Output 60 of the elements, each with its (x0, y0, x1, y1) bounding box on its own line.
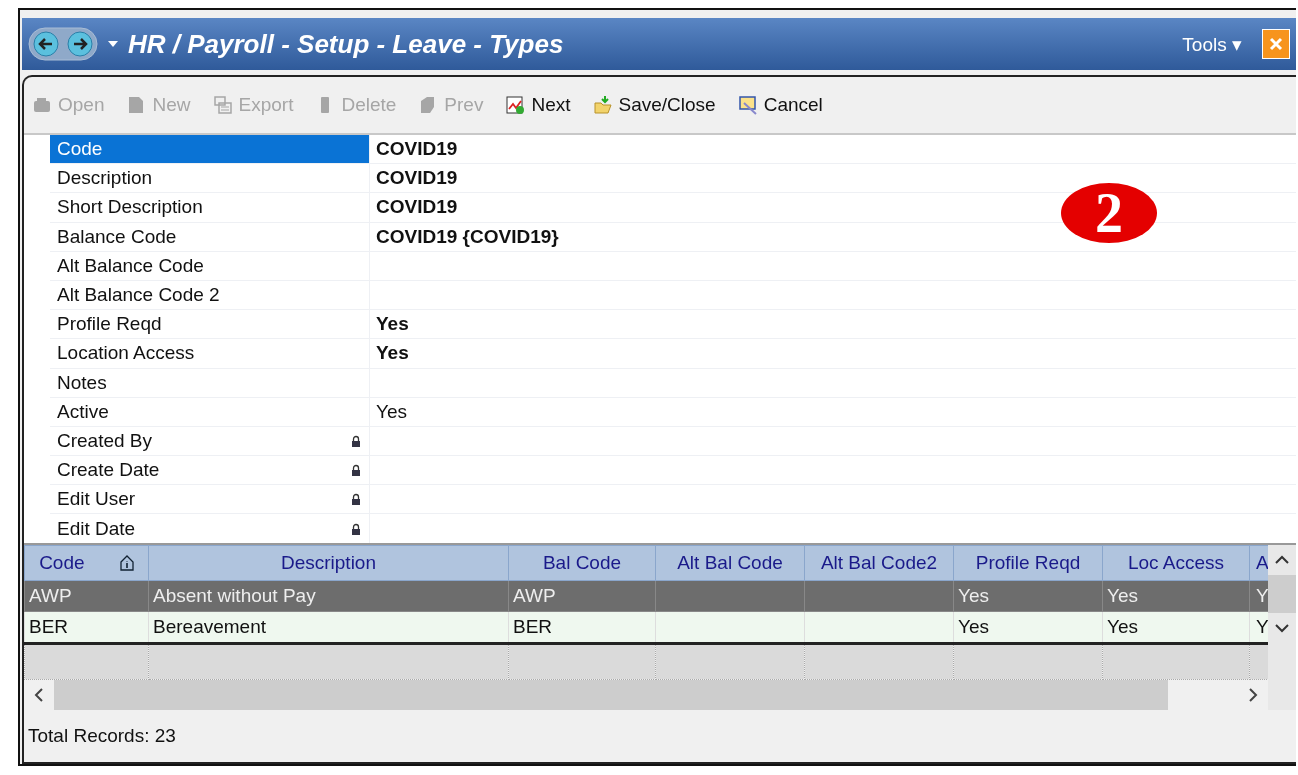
table-cell: AWP (508, 580, 656, 612)
table-cell: Bereavement (148, 611, 509, 644)
table-cell: Absent without Pay (148, 580, 509, 612)
property-label[interactable]: Alt Balance Code 2 (50, 280, 370, 310)
camera-icon (32, 95, 52, 115)
property-label[interactable]: Active (50, 397, 370, 426)
column-header[interactable]: Alt Bal Code2 (804, 545, 954, 581)
toolbar-button[interactable]: Save/Close (592, 94, 716, 116)
property-value[interactable]: Yes (376, 400, 407, 423)
column-header[interactable]: Code (24, 545, 149, 581)
property-value[interactable]: COVID19 {COVID19} (376, 225, 559, 248)
property-label[interactable]: Profile Reqd (50, 310, 370, 339)
toolbar-button[interactable]: Next (505, 94, 571, 116)
table-cell: Yes (1102, 611, 1250, 644)
property-label[interactable]: Alt Balance Code (50, 251, 370, 280)
property-label[interactable]: Short Description (50, 193, 370, 222)
property-label[interactable]: Balance Code (50, 222, 370, 251)
scroll-down-icon[interactable] (1275, 623, 1289, 633)
property-label[interactable]: Edit Date (50, 514, 370, 543)
property-value[interactable]: COVID19 (376, 196, 458, 219)
screen-icon (737, 95, 758, 115)
column-header[interactable]: Alt Bal Code (655, 545, 805, 581)
property-value[interactable]: Yes (376, 342, 409, 365)
tools-menu[interactable]: Tools ▾ (1182, 32, 1242, 56)
step-number-badge: 2 (1061, 183, 1157, 243)
table-cell: Yes (953, 611, 1103, 644)
chart-icon (505, 95, 526, 115)
toolbar-button[interactable]: Cancel (737, 94, 823, 116)
property-label[interactable]: Edit User (50, 485, 370, 514)
dropdown-caret-icon[interactable] (108, 41, 118, 47)
scrollbar-thumb[interactable] (54, 680, 1168, 710)
table-cell: BER (24, 611, 149, 644)
scroll-up-icon[interactable] (1275, 555, 1289, 565)
info-icon (119, 555, 134, 571)
close-icon (1268, 36, 1284, 52)
table-cell: Yes (953, 580, 1103, 612)
property-label[interactable]: Location Access (50, 339, 370, 368)
property-value[interactable]: COVID19 (376, 167, 458, 190)
property-label[interactable]: Notes (50, 368, 370, 397)
property-label[interactable]: Create Date (50, 456, 370, 485)
table-cell: AWP (24, 580, 149, 612)
back-forward-buttons[interactable] (28, 27, 98, 61)
column-header[interactable]: Description (148, 545, 509, 581)
property-label[interactable]: Code (50, 135, 370, 164)
column-header[interactable]: Loc Access (1102, 545, 1250, 581)
property-value[interactable]: Yes (376, 313, 409, 336)
property-value[interactable]: COVID19 (376, 138, 458, 161)
table-cell: BER (508, 611, 656, 644)
table-icon (212, 95, 233, 115)
scrollbar-thumb[interactable] (1268, 575, 1296, 613)
column-header[interactable]: Profile Reqd (953, 545, 1103, 581)
scroll-left-icon[interactable] (34, 688, 44, 702)
scroll-right-icon[interactable] (1248, 688, 1258, 702)
table-cell: Yes (1102, 580, 1250, 612)
property-label[interactable]: Description (50, 164, 370, 193)
property-label[interactable]: Created By (50, 426, 370, 456)
column-header[interactable]: Bal Code (508, 545, 656, 581)
total-records-text: Total Records: 23 (28, 725, 176, 747)
window-title: HR / Payroll - Setup - Leave - Types (128, 28, 565, 60)
folder-icon (592, 95, 613, 115)
